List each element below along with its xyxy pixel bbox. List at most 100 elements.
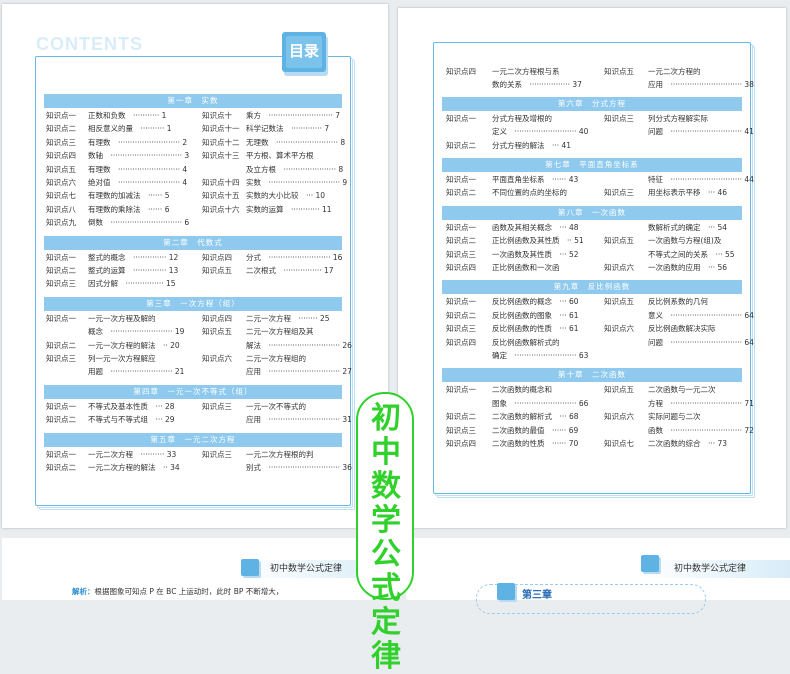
toc-item-label: 知识点五 bbox=[604, 67, 634, 76]
toc-item-title: 概念 ·························· 19 bbox=[88, 327, 185, 337]
toc-item-label: 知识点三 bbox=[202, 401, 232, 411]
toc-item-title: 问题 ······························ 64 bbox=[648, 337, 754, 347]
toc-item-label: 知识点一 bbox=[46, 313, 76, 323]
chapter-heading: 第十章 二次函数 bbox=[442, 368, 742, 383]
toc-item-title: 一元二次方程根的判 bbox=[246, 449, 314, 459]
toc-item-title: 问题 ······························ 41 bbox=[648, 127, 754, 137]
toc-item-label: 知识点十四 bbox=[202, 178, 240, 187]
toc-item-title: 正数和负数 ··········· 1 bbox=[88, 111, 167, 120]
toc-item-title: 意义 ······························ 64 bbox=[648, 310, 754, 320]
toc-item-title: 特征 ······························ 44 bbox=[648, 175, 754, 184]
toc-item-label: 知识点六 bbox=[46, 178, 76, 187]
toc-item-title: 不等式与不等式组 ··· 29 bbox=[88, 415, 175, 425]
toc-item-label: 知识点二 bbox=[46, 266, 76, 275]
chapter-heading: 第三章 一次方程（组） bbox=[44, 296, 342, 311]
toc-item-title: 乘方 ··························· 7 bbox=[246, 111, 341, 120]
toc-item-label: 知识点十二 bbox=[202, 137, 240, 147]
toc-item-title: 无理数 ·························· 8 bbox=[246, 137, 346, 147]
toc-item-title: 二元一次方程组及其 bbox=[246, 327, 314, 337]
toc-box-right: 知识点四 一元二次方程根与系 知识点五 一元二次方程的 数的关系 ···········… bbox=[433, 42, 754, 494]
toc-item-title: 一元一次不等式的 bbox=[246, 401, 306, 411]
toc-item-title: 用题 ·························· 21 bbox=[88, 367, 185, 377]
toc-item-label: 知识点五 bbox=[46, 164, 76, 174]
toc-item-label: 知识点九 bbox=[46, 218, 76, 228]
toc-item-title: 二次函数的性质 ······ 70 bbox=[492, 439, 579, 448]
toc-item-title: 有理数 ·························· 2 bbox=[88, 137, 188, 147]
analysis-line: 解析：根据图象可知点 P 在 BC 上运动时，此时 BP 不断增大， bbox=[72, 586, 283, 597]
toc-item-label: 知识点五 bbox=[604, 236, 634, 246]
analysis-text: 根据图象可知点 P 在 BC 上运动时，此时 BP 不断增大， bbox=[94, 587, 284, 596]
toc-item-title: 二次函数的解析式 ··· 68 bbox=[492, 412, 579, 422]
toc-item-title: 一次函数及其性质 ··· 52 bbox=[492, 249, 579, 259]
toc-page-left: CONTENTS 第一章 实数知识点一 正数和负数 ··········· 1 知识… bbox=[2, 4, 388, 528]
toc-item-title: 二次函数与一元二次 bbox=[648, 385, 716, 395]
toc-item-label: 知识点六 bbox=[604, 324, 634, 334]
chapter-label: 第三章 bbox=[522, 590, 552, 601]
toc-item-label: 知识点四 bbox=[202, 252, 232, 262]
toc-item-label: 知识点三 bbox=[604, 188, 634, 198]
toc-item-title: 一元一次方程的解法 ·· 20 bbox=[88, 340, 180, 350]
toc-item-label: 知识点一 bbox=[446, 222, 476, 232]
toc-item-title: 有理数 ·························· 4 bbox=[88, 164, 188, 174]
chapter-heading: 第八章 一次函数 bbox=[442, 205, 742, 220]
analysis-label: 解析： bbox=[72, 587, 95, 596]
toc-item-title: 反比例函数的性质 ··· 61 bbox=[492, 324, 579, 334]
toc-item-title: 二次函数的最值 ······ 69 bbox=[492, 425, 579, 435]
toc-item-title: 实数的大小比较 ··· 10 bbox=[246, 191, 326, 201]
toc-item-label: 知识点十三 bbox=[202, 151, 240, 161]
chapter-heading: 第二章 代数式 bbox=[44, 235, 342, 250]
toc-item-title: 用坐标表示平移 ··· 46 bbox=[648, 188, 728, 198]
toc-item-label: 知识点十六 bbox=[202, 204, 240, 214]
toc-item-title: 不等式及基本性质 ··· 28 bbox=[88, 401, 175, 411]
toc-item-label: 知识点六 bbox=[604, 412, 634, 422]
toc-item-label: 知识点四 bbox=[202, 313, 232, 323]
toc-item-title: 数轴 ······························ 3 bbox=[88, 151, 190, 161]
toc-item-title: 定义 ·························· 40 bbox=[492, 127, 589, 137]
page-header: 初中数学公式定律 bbox=[642, 560, 790, 578]
toc-item-title: 分式方程的解法 ··· 41 bbox=[492, 140, 572, 150]
toc-item-label: 知识点二 bbox=[446, 188, 476, 198]
toc-item-title: 整式的运算 ·············· 13 bbox=[88, 266, 179, 275]
toc-item-title: 别式 ······························ 36 bbox=[246, 463, 352, 472]
toc-item-label: 知识点三 bbox=[46, 137, 76, 147]
toc-item-label: 知识点三 bbox=[202, 449, 232, 459]
toc-item-title: 整式的概念 ·············· 12 bbox=[88, 252, 179, 262]
banner-text: 初中数学公式定律 bbox=[371, 401, 401, 674]
toc-item-title: 平面直角坐标系 ······ 43 bbox=[492, 175, 579, 184]
title-banner: 初中数学公式定律 bbox=[356, 392, 414, 674]
toc-item-label: 知识点十五 bbox=[202, 191, 240, 201]
toc-item-label: 知识点一 bbox=[446, 175, 476, 184]
toc-item-title: 一元二次方程的解法 ·· 34 bbox=[88, 463, 180, 472]
toc-item-title: 二次根式 ················ 17 bbox=[246, 266, 334, 275]
toc-item-title: 科学记数法 ············· 7 bbox=[246, 124, 330, 134]
toc-item-label: 知识点三 bbox=[46, 354, 76, 363]
toc-item-title: 一元二次方程的 bbox=[648, 67, 701, 76]
toc-item-title: 列一元一次方程解应 bbox=[88, 354, 156, 363]
toc-item-label: 知识点一 bbox=[446, 297, 476, 307]
toc-item-label: 知识点三 bbox=[446, 425, 476, 435]
toc-item-title: 一次函数与方程(组)及 bbox=[648, 236, 722, 246]
mulu-book-icon: 目录 bbox=[280, 30, 336, 78]
toc-item-title: 实数的运算 ············ 11 bbox=[246, 204, 332, 214]
toc-item-label: 知识点四 bbox=[46, 151, 76, 161]
toc-item-label: 知识点三 bbox=[46, 279, 76, 289]
toc-item-title: 二次函数的概念和 bbox=[492, 385, 552, 395]
toc-item-title: 不同位置的点的坐标的 bbox=[492, 188, 567, 198]
toc-item-label: 知识点二 bbox=[46, 463, 76, 472]
toc-item-title: 及立方根 ······················ 8 bbox=[246, 164, 344, 174]
toc-item-label: 知识点五 bbox=[202, 266, 232, 275]
book-icon bbox=[496, 582, 520, 604]
toc-item-title: 应用 ······························ 27 bbox=[246, 367, 352, 377]
contents-label: CONTENTS bbox=[36, 34, 143, 54]
toc-item-label: 知识点二 bbox=[446, 412, 476, 422]
toc-box-left: 第一章 实数 知识点一 正数和负数 ··········· 1 知识点十 乘方 ····… bbox=[35, 56, 352, 506]
toc-item-title: 方程 ······························ 71 bbox=[648, 398, 754, 408]
toc-item-title: 正比例函数和一次函 bbox=[492, 263, 560, 272]
toc-item-label: 知识点七 bbox=[604, 439, 634, 448]
toc-item-title: 因式分解 ················ 15 bbox=[88, 279, 176, 289]
chapter-heading: 第一章 实数 bbox=[44, 94, 342, 108]
toc-item-title: 应用 ······························ 31 bbox=[246, 415, 352, 425]
toc-item-label: 知识点四 bbox=[446, 337, 476, 347]
toc-item-title: 相反意义的量 ·········· 1 bbox=[88, 124, 172, 134]
toc-item-title: 平方根、算术平方根 bbox=[246, 151, 314, 161]
